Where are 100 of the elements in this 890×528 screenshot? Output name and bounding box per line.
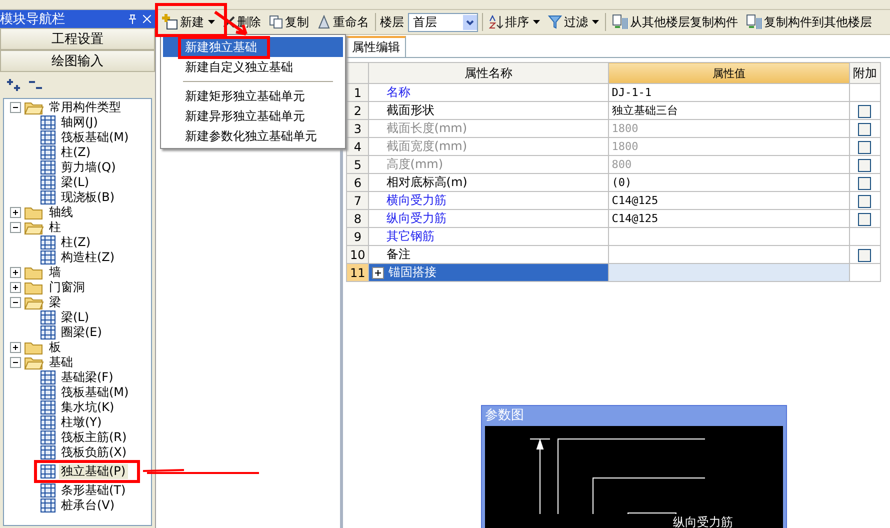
tree-item[interactable]: 筏板负筋(X) (59, 445, 129, 460)
expand-toggle[interactable] (372, 266, 384, 278)
annotation-arrow (214, 10, 248, 36)
folder-icon (24, 356, 44, 370)
new-button[interactable]: 新建 (160, 12, 217, 32)
pin-icon[interactable] (128, 14, 137, 24)
tree-toggle[interactable] (10, 267, 21, 278)
navigator-button[interactable]: 工程设置 (0, 28, 155, 50)
column-header[interactable]: 属性名称 (368, 62, 608, 84)
folder-icon (24, 100, 44, 114)
menu-item[interactable]: 新建独立基础 (163, 37, 343, 57)
copy-from-floor-button[interactable]: 从其他楼层复制构件 (610, 12, 740, 32)
tree-item[interactable]: 筏板主筋(R) (59, 430, 129, 445)
component-icon (40, 160, 56, 175)
row-number: 3 (346, 120, 369, 138)
tree-item[interactable]: 柱(Z) (59, 235, 93, 250)
tree-item[interactable]: 集水坑(K) (59, 400, 116, 415)
tree-toggle[interactable] (10, 357, 21, 368)
tree-item[interactable]: 剪力墙(Q) (59, 160, 118, 175)
navigator-button[interactable]: 绘图输入 (0, 50, 155, 72)
checkbox[interactable] (858, 104, 872, 118)
tree-item[interactable]: 梁(L) (59, 310, 92, 325)
checkbox[interactable] (858, 158, 872, 172)
tree-item[interactable]: 筏板基础(M) (59, 130, 131, 145)
tree-item[interactable]: 墙 (47, 265, 63, 280)
tree-toggle[interactable] (10, 222, 21, 233)
cross-icon (223, 16, 235, 28)
folder-icon (24, 220, 44, 234)
property-value: C14@125 (612, 194, 658, 207)
new-icon (162, 14, 178, 30)
row-number: 9 (346, 228, 369, 246)
tree-item[interactable]: 柱(Z) (59, 145, 93, 160)
menu-item[interactable]: 新建参数化独立基础单元 (163, 126, 343, 146)
tree-toggle[interactable] (10, 282, 21, 293)
tree-item[interactable]: 常用构件类型 (47, 100, 123, 115)
tree-item[interactable]: 圈梁(E) (59, 325, 104, 340)
delete-button[interactable]: 删除 (221, 12, 263, 32)
property-name: 截面长度(mm) (386, 120, 468, 137)
tree-item[interactable]: 条形基础(T) (59, 483, 128, 498)
tree-item[interactable]: 桩承台(V) (59, 498, 117, 513)
tree-toggle[interactable] (10, 102, 21, 113)
row-number: 4 (346, 138, 369, 156)
checkbox[interactable] (858, 140, 872, 154)
filter-button[interactable]: 过滤 (546, 12, 601, 32)
property-name: 相对底标高(m) (386, 174, 468, 191)
expand-all-icon[interactable] (6, 78, 22, 92)
checkbox[interactable] (858, 194, 872, 208)
tree-item[interactable]: 筏板基础(M) (59, 385, 131, 400)
property-value: C14@125 (612, 212, 658, 225)
tree-item[interactable]: 梁 (47, 295, 63, 310)
property-name: 其它钢筋 (386, 228, 434, 245)
column-header[interactable]: 属性值 (608, 62, 850, 84)
menu-item[interactable]: 新建异形独立基础单元 (163, 106, 343, 126)
tree-item[interactable]: 轴线 (47, 205, 75, 220)
tree-item[interactable]: 门窗洞 (47, 280, 87, 295)
tree-item[interactable]: 基础 (47, 355, 75, 370)
row-number: 2 (346, 102, 369, 120)
tree-item[interactable]: 柱 (47, 220, 63, 235)
component-icon (40, 145, 56, 160)
tree-toggle[interactable] (10, 342, 21, 353)
rename-button[interactable]: 重命名 (315, 12, 371, 32)
checkbox[interactable] (858, 248, 872, 262)
tree-toggle[interactable] (10, 297, 21, 308)
menu-item[interactable]: 新建自定义独立基础 (163, 57, 343, 77)
tree-item[interactable]: 板 (47, 340, 63, 355)
table-corner (346, 62, 369, 84)
caret-icon (592, 20, 599, 24)
tree-item[interactable]: 独立基础(P) (59, 464, 128, 479)
component-icon (40, 115, 56, 130)
sort-button[interactable]: 排序 (487, 12, 542, 32)
tree-item[interactable]: 现浇板(B) (59, 190, 117, 205)
component-icon (40, 415, 56, 430)
tree-toggle[interactable] (10, 207, 21, 218)
close-icon[interactable] (143, 15, 151, 23)
collapse-all-icon[interactable] (28, 78, 44, 92)
floor-label: 楼层 (380, 14, 404, 30)
property-value: (0) (612, 176, 632, 189)
copy-to-floor-button[interactable]: 复制构件到其他楼层 (744, 12, 874, 32)
checkbox[interactable] (858, 122, 872, 136)
tree-item[interactable]: 梁(L) (59, 175, 92, 190)
folder-icon (24, 266, 44, 280)
copy-button[interactable]: 复制 (267, 12, 311, 32)
column-header[interactable]: 附加 (849, 62, 880, 84)
tree-item[interactable]: 轴网(J) (59, 115, 100, 130)
tree-item[interactable]: 柱墩(Y) (59, 415, 104, 430)
checkbox[interactable] (858, 212, 872, 226)
property-tab[interactable]: 属性编辑 (346, 36, 406, 57)
menu-item[interactable]: 新建矩形独立基础单元 (163, 86, 343, 106)
component-icon (40, 498, 56, 513)
copy-floor-icon (612, 14, 628, 30)
component-icon (40, 385, 56, 400)
property-name: 备注 (386, 246, 410, 263)
property-name: 截面形状 (386, 102, 434, 119)
tree-item[interactable]: 基础梁(F) (59, 370, 116, 385)
floor-dropdown[interactable]: 首层 (408, 12, 478, 32)
property-value: 800 (612, 158, 632, 171)
sort-icon (489, 15, 503, 29)
component-icon (40, 310, 56, 325)
tree-item[interactable]: 构造柱(Z) (59, 250, 117, 265)
checkbox[interactable] (858, 176, 872, 190)
